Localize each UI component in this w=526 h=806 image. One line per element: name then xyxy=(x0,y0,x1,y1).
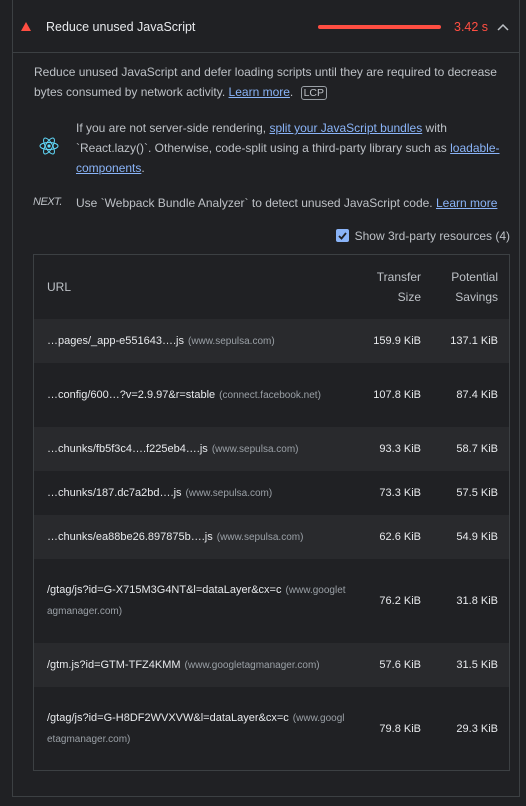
transfer-size: 73.3 KiB xyxy=(379,487,421,499)
nextjs-icon: NEXT. xyxy=(33,196,62,208)
resource-path[interactable]: …config/600…?v=2.9.97&r=stable xyxy=(47,389,215,401)
fail-triangle-icon xyxy=(21,22,31,31)
resource-path[interactable]: …chunks/ea88be26.897875b….js xyxy=(47,531,213,543)
table-row: /gtm.js?id=GTM-TFZ4KMM (www.googletagmana… xyxy=(34,643,509,687)
resource-path[interactable]: …pages/_app-e551643….js xyxy=(47,335,184,347)
audit-time: 3.42 s xyxy=(454,20,489,34)
header-save-line2: Savings xyxy=(455,290,498,304)
resource-host: (www.sepulsa.com) xyxy=(211,443,299,455)
next-learn-more-link[interactable]: Learn more xyxy=(436,196,497,210)
resource-path[interactable]: /gtag/js?id=G-X715M3G4NT&l=dataLayer&cx=… xyxy=(47,584,282,596)
table-row: …chunks/fb5f3c4….f225eb4….js (www.sepulsa… xyxy=(34,427,509,471)
third-party-label: Show 3rd-party resources (4) xyxy=(354,229,510,243)
potential-savings: 29.3 KiB xyxy=(456,723,498,735)
potential-savings: 137.1 KiB xyxy=(450,335,498,347)
table-row: …chunks/ea88be26.897875b….js (www.sepulsa… xyxy=(34,515,509,559)
transfer-size: 62.6 KiB xyxy=(379,531,421,543)
header-size-line2: Size xyxy=(397,290,421,304)
transfer-size: 93.3 KiB xyxy=(379,443,421,455)
audit-panel: Reduce unused JavaScript 3.42 s Reduce u… xyxy=(12,0,520,797)
header-save-line1: Potential xyxy=(451,270,498,284)
third-party-toggle[interactable]: Show 3rd-party resources (4) xyxy=(335,229,510,243)
react-tip-pre: If you are not server-side rendering, xyxy=(76,121,267,135)
transfer-size: 76.2 KiB xyxy=(379,595,421,607)
react-tip: If you are not server-side rendering, sp… xyxy=(76,118,511,178)
potential-savings: 31.5 KiB xyxy=(456,659,498,671)
resource-url: …chunks/fb5f3c4….f225eb4….js (www.sepulsa… xyxy=(47,427,347,471)
transfer-size: 79.8 KiB xyxy=(379,723,421,735)
resource-url: /gtm.js?id=GTM-TFZ4KMM (www.googletagmana… xyxy=(47,643,347,687)
potential-savings: 87.4 KiB xyxy=(456,389,498,401)
resource-host: (connect.facebook.net) xyxy=(219,389,321,401)
table-header: URL Transfer Size Potential Savings xyxy=(34,255,509,319)
potential-savings: 58.7 KiB xyxy=(456,443,498,455)
react-tip-post: . xyxy=(141,161,145,175)
transfer-size: 107.8 KiB xyxy=(373,389,421,401)
lcp-badge: LCP xyxy=(300,86,328,100)
next-tip-text: Use `Webpack Bundle Analyzer` to detect … xyxy=(76,196,433,210)
transfer-size: 159.9 KiB xyxy=(373,335,421,347)
potential-savings: 57.5 KiB xyxy=(456,487,498,499)
table-row: …chunks/187.dc7a2bd….js (www.sepulsa.com)… xyxy=(34,471,509,515)
table-row: …pages/_app-e551643….js (www.sepulsa.com)… xyxy=(34,319,509,363)
split-bundles-link[interactable]: split your JavaScript bundles xyxy=(269,121,422,135)
resource-url: /gtag/js?id=G-X715M3G4NT&l=dataLayer&cx=… xyxy=(47,559,347,643)
table-row: /gtag/js?id=G-X715M3G4NT&l=dataLayer&cx=… xyxy=(34,559,509,643)
learn-more-link[interactable]: Learn more xyxy=(229,85,290,99)
resource-url: …chunks/187.dc7a2bd….js (www.sepulsa.com) xyxy=(47,471,347,515)
header-potential-savings: Potential Savings xyxy=(430,267,498,307)
resource-url: …pages/_app-e551643….js (www.sepulsa.com) xyxy=(47,319,347,363)
table-row: /gtag/js?id=G-H8DF2WVXVW&l=dataLayer&cx=… xyxy=(34,687,509,771)
resource-path[interactable]: …chunks/fb5f3c4….f225eb4….js xyxy=(47,443,208,455)
header-transfer-size: Transfer Size xyxy=(346,267,421,307)
audit-description: Reduce unused JavaScript and defer loadi… xyxy=(34,65,497,100)
metric-bar xyxy=(318,25,441,29)
resources-table: URL Transfer Size Potential Savings …pag… xyxy=(33,254,510,771)
potential-savings: 31.8 KiB xyxy=(456,595,498,607)
next-tip: Use `Webpack Bundle Analyzer` to detect … xyxy=(76,194,516,212)
audit-title: Reduce unused JavaScript xyxy=(46,20,196,34)
resource-host: (www.googletagmanager.com) xyxy=(184,659,320,671)
chevron-up-icon[interactable] xyxy=(497,23,509,31)
resource-host: (www.sepulsa.com) xyxy=(187,335,275,347)
resource-url: …config/600…?v=2.9.97&r=stable (connect.f… xyxy=(47,363,347,427)
potential-savings: 54.9 KiB xyxy=(456,531,498,543)
resource-url: /gtag/js?id=G-H8DF2WVXVW&l=dataLayer&cx=… xyxy=(47,687,347,771)
resource-path[interactable]: …chunks/187.dc7a2bd….js xyxy=(47,487,182,499)
resource-path[interactable]: /gtag/js?id=G-H8DF2WVXVW&l=dataLayer&cx=… xyxy=(47,712,289,724)
resource-host: (www.sepulsa.com) xyxy=(185,487,273,499)
react-icon xyxy=(39,137,59,155)
transfer-size: 57.6 KiB xyxy=(379,659,421,671)
resource-path[interactable]: /gtm.js?id=GTM-TFZ4KMM xyxy=(47,659,181,671)
header-url: URL xyxy=(47,280,72,294)
resource-host: (www.sepulsa.com) xyxy=(216,531,304,543)
audit-header[interactable]: Reduce unused JavaScript 3.42 s xyxy=(13,0,519,53)
header-size-line1: Transfer xyxy=(376,270,421,284)
checkmark-icon xyxy=(337,232,347,240)
resource-url: …chunks/ea88be26.897875b….js (www.sepulsa… xyxy=(47,515,347,559)
table-row: …config/600…?v=2.9.97&r=stable (connect.f… xyxy=(34,363,509,427)
third-party-checkbox[interactable] xyxy=(335,229,349,242)
